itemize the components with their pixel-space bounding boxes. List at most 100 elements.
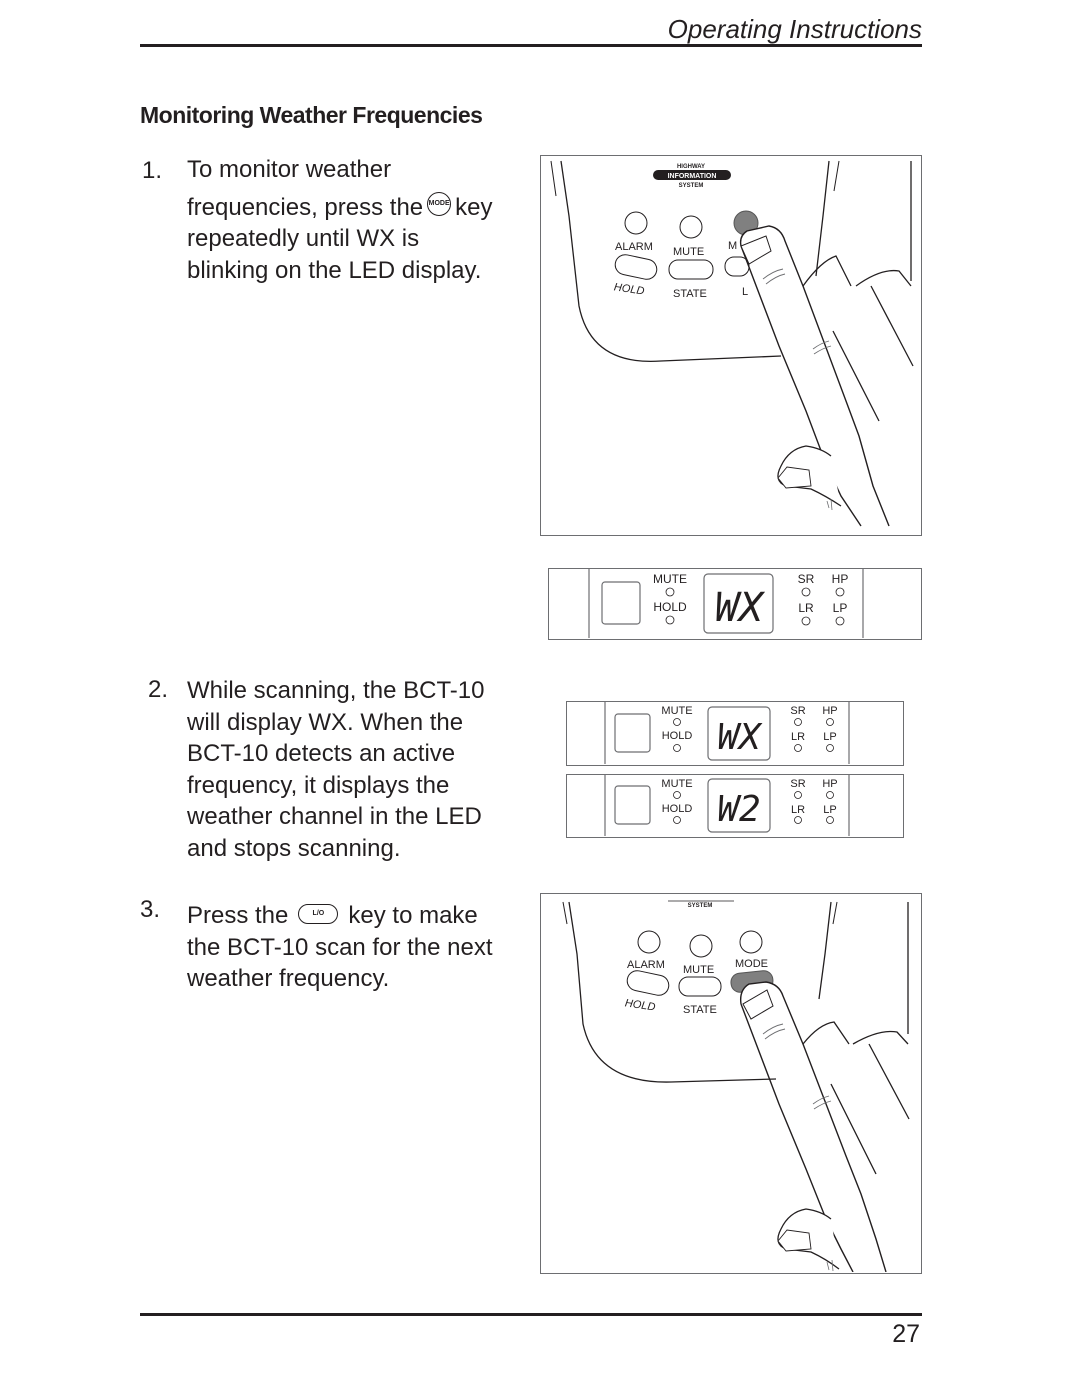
logo-bottom-text: SYSTEM [688, 903, 713, 909]
illustration-press-mode: HIGHWAY INFORMATION SYSTEM ALARM MUTE M … [540, 155, 922, 536]
device-press-mode-drawing: HIGHWAY INFORMATION SYSTEM ALARM MUTE M … [550, 160, 914, 527]
step-1-line: repeatedly until WX is [187, 225, 420, 252]
state-button [678, 976, 722, 997]
device-edge [562, 901, 568, 925]
sr-indicator-label: SR [798, 572, 815, 586]
step-3-number: 3. [140, 896, 161, 923]
step-1-line: blinking on the LED display. [187, 256, 482, 284]
mute-indicator-led [673, 791, 681, 799]
display-panel-channel: MUTE HOLD W2 SR HP LR LP [566, 774, 904, 838]
mute-indicator-led [665, 587, 675, 597]
lockout-key-icon: L/O [298, 903, 339, 924]
state-label: STATE [673, 288, 707, 300]
mute-button [689, 934, 713, 958]
device-edge [550, 160, 557, 197]
mute-button [679, 215, 703, 239]
sr-indicator-led [801, 587, 811, 597]
display-window [614, 713, 651, 753]
hold-indicator-led [665, 615, 675, 625]
display-drawing: MUTE HOLD WX SR HP LR LP [588, 569, 864, 638]
hp-indicator-led [826, 791, 834, 799]
device-outline-right [818, 901, 832, 1000]
device-edge [832, 901, 838, 925]
device-edge [833, 160, 840, 192]
alarm-button [637, 930, 661, 954]
lr-indicator-led [794, 744, 802, 752]
lp-indicator-label: LP [823, 804, 836, 816]
hold-label: HOLD [613, 281, 645, 297]
step-1-number: 1. [142, 157, 163, 184]
step-3-line-part: key to make [348, 902, 478, 929]
step-1-line: To monitor weather [187, 156, 392, 183]
hand-knuckle [855, 269, 912, 287]
hand-knuckle [852, 1030, 909, 1045]
hp-indicator-label: HP [822, 778, 837, 790]
led-readout: WX [717, 717, 763, 758]
lp-indicator-led [826, 744, 834, 752]
mute-indicator-label: MUTE [653, 572, 687, 586]
mode-key-icon: MODE [427, 192, 452, 217]
mute-indicator-label: MUTE [661, 778, 692, 790]
step-2-line: will display WX. When the [187, 708, 464, 736]
lockout-label-partial: L [742, 286, 748, 298]
page-number: 27 [892, 1320, 920, 1348]
mode-label: MODE [735, 958, 768, 970]
logo-middle-text: INFORMATION [668, 173, 717, 180]
logo-top-text: HIGHWAY [677, 164, 705, 170]
lockout-button-partial [724, 256, 750, 277]
sr-indicator-led [794, 791, 802, 799]
hold-indicator-label: HOLD [662, 730, 693, 742]
illustration-press-lockout: SYSTEM ALARM MUTE MODE HOLD STATE [540, 893, 922, 1274]
hand-knuckle [802, 255, 852, 287]
hand-knuckle [802, 1021, 850, 1045]
step-3-text: Press the L/O key to make the BCT-10 scan … [187, 900, 493, 995]
device-outline-right [815, 160, 830, 277]
mode-label-partial: M [728, 240, 737, 252]
step-3-line: weather frequency. [187, 965, 390, 992]
step-1-line-part: frequencies, press the [187, 193, 424, 221]
alarm-label: ALARM [627, 959, 665, 971]
sr-indicator-label: SR [790, 705, 805, 717]
lr-indicator-label: LR [798, 601, 814, 615]
hp-indicator-led [835, 587, 845, 597]
step-1-line: frequencies, press the MODE key [187, 192, 493, 224]
step-2-line: BCT-10 detects an active [187, 740, 456, 767]
display-window [614, 785, 651, 825]
hand-outline [868, 1043, 910, 1120]
mute-label: MUTE [683, 964, 714, 976]
lr-indicator-led [794, 816, 802, 824]
device-press-lockout-drawing: SYSTEM ALARM MUTE MODE HOLD STATE [562, 900, 910, 1273]
state-label: STATE [683, 1004, 717, 1016]
hold-indicator-led [673, 816, 681, 824]
step-2-line: and stops scanning. [187, 834, 401, 862]
lr-indicator-label: LR [791, 804, 805, 816]
lr-indicator-label: LR [791, 731, 805, 743]
lp-indicator-led [835, 616, 845, 626]
step-2-line: frequency, it displays the [187, 771, 450, 799]
logo-bottom-text: SYSTEM [679, 183, 704, 189]
state-button [668, 259, 714, 280]
alarm-button [624, 211, 648, 235]
display-drawing: MUTE HOLD W2 SR HP LR LP [604, 775, 850, 836]
hold-button [614, 254, 658, 280]
step-3-line: Press the L/O key to make [187, 900, 493, 932]
mode-button [739, 930, 763, 954]
thumb-crease [826, 498, 833, 511]
footer-rule [140, 1313, 922, 1316]
running-header: Operating Instructions [667, 14, 922, 44]
step-2-number: 2. [148, 676, 169, 703]
hand-outline [870, 285, 914, 367]
hp-indicator-label: HP [822, 705, 837, 717]
hp-indicator-led [826, 718, 834, 726]
step-3-line: the BCT-10 scan for the next [187, 933, 493, 961]
step-1-text: To monitor weather frequencies, press th… [187, 154, 493, 286]
lr-indicator-led [801, 616, 811, 626]
step-2-line: While scanning, the BCT-10 [187, 677, 485, 704]
step-1-line-part: key [455, 193, 493, 221]
hold-indicator-label: HOLD [662, 803, 693, 815]
display-panel-wx: MUTE HOLD WX SR HP LR LP [548, 568, 922, 640]
header-rule [140, 44, 922, 47]
display-drawing: MUTE HOLD WX SR HP LR LP [604, 702, 850, 764]
sr-indicator-label: SR [790, 778, 805, 790]
mute-indicator-led [673, 718, 681, 726]
